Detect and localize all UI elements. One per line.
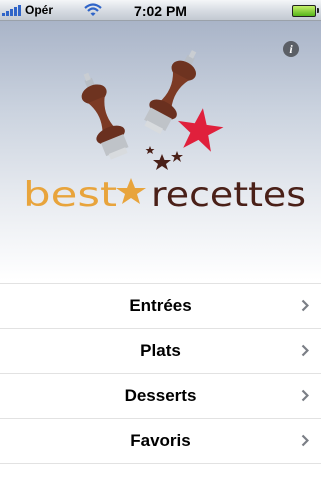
logo-text-best: best	[23, 175, 117, 215]
category-menu: Entrées Plats Desserts Favoris	[0, 283, 321, 464]
small-star-icon	[145, 146, 155, 154]
chevron-right-icon	[301, 344, 309, 357]
red-star-icon	[177, 108, 224, 152]
pepper-mill-left-icon	[81, 72, 129, 160]
small-star-icon	[171, 151, 183, 162]
menu-item-favoris[interactable]: Favoris	[0, 419, 321, 464]
clock: 7:02 PM	[134, 3, 187, 19]
menu-item-desserts[interactable]: Desserts	[0, 374, 321, 419]
menu-item-label: Entrées	[129, 296, 192, 315]
menu-item-label: Favoris	[130, 431, 191, 450]
menu-item-entrees[interactable]: Entrées	[0, 283, 321, 329]
logo-text-recettes: recettes	[151, 175, 306, 215]
logo-star-icon	[116, 178, 146, 204]
menu-item-plats[interactable]: Plats	[0, 329, 321, 374]
menu-item-label: Desserts	[124, 386, 197, 405]
small-star-icon	[153, 154, 171, 170]
battery-icon	[292, 5, 319, 17]
best-recettes-logo: best recettes	[23, 50, 306, 215]
chevron-right-icon	[301, 299, 309, 312]
chevron-right-icon	[301, 389, 309, 402]
menu-item-label: Plats	[140, 341, 181, 360]
status-bar: Opér 7:02 PM	[0, 0, 321, 21]
chevron-right-icon	[301, 434, 309, 447]
